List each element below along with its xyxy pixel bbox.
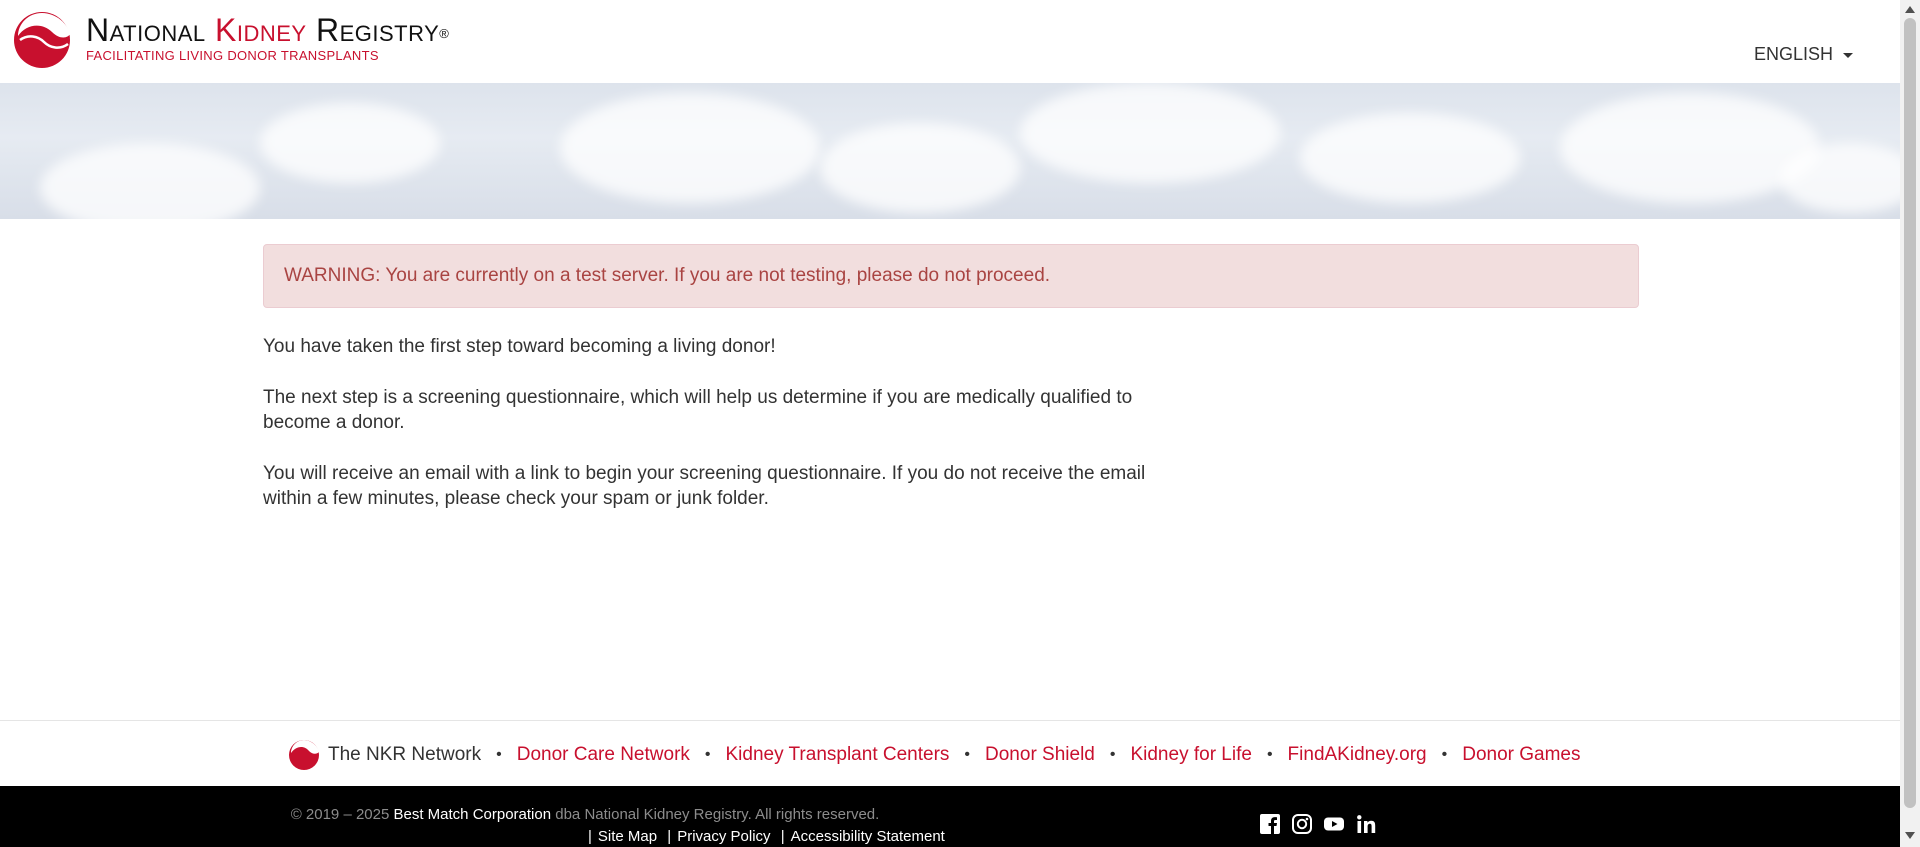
logo[interactable]: National Kidney Registry® FACILITATING L… (12, 10, 449, 70)
link-donor-games[interactable]: Donor Games (1462, 744, 1580, 766)
nkr-network-icon (289, 740, 319, 770)
confirmation-message: You have taken the first step toward bec… (263, 334, 1163, 511)
linkedin-icon[interactable] (1355, 813, 1377, 835)
language-label: ENGLISH (1754, 44, 1834, 64)
logo-title: National Kidney Registry® (86, 12, 449, 48)
language-dropdown[interactable]: ENGLISH (1754, 44, 1854, 65)
nkr-network-label: The NKR Network (328, 744, 482, 765)
instagram-icon[interactable] (1291, 813, 1313, 835)
facebook-icon[interactable] (1259, 813, 1281, 835)
site-header: National Kidney Registry® FACILITATING L… (0, 0, 1900, 83)
link-site-map[interactable]: Site Map (598, 828, 657, 845)
paragraph-next-step: The next step is a screening questionnai… (263, 387, 1133, 433)
separator-pipe: | (588, 828, 592, 845)
paragraph-first-step: You have taken the first step toward bec… (263, 336, 776, 357)
nkr-logo-icon (14, 12, 70, 68)
copyright-text: © 2019 – 2025 Best Match Corporation dba… (0, 806, 1170, 823)
logo-tagline: FACILITATING LIVING DONOR TRANSPLANTS (86, 48, 379, 63)
caret-down-icon (1843, 53, 1854, 58)
separator-dot: • (1109, 746, 1116, 763)
separator-dot: • (496, 746, 502, 763)
link-kidney-for-life[interactable]: Kidney for Life (1130, 744, 1251, 766)
separator-pipe: | (667, 828, 672, 845)
legal-links: | Site Map | Privacy Policy | Accessibility… (582, 828, 945, 845)
scroll-up-arrow-icon[interactable] (1905, 6, 1915, 13)
logo-title-registry: Registry (306, 12, 440, 48)
site-footer: © 2019 – 2025 Best Match Corporation dba… (0, 786, 1900, 847)
copyright-prefix: © 2019 – 2025 (290, 806, 394, 823)
copyright-suffix: dba National Kidney Registry. All rights… (551, 806, 880, 823)
hero-banner (0, 83, 1900, 219)
separator-dot: • (1441, 746, 1448, 763)
logo-title-kidney: Kidney (215, 12, 307, 48)
warning-text: WARNING: You are currently on a test ser… (284, 265, 1051, 286)
link-donor-care-network[interactable]: Donor Care Network (517, 744, 690, 766)
youtube-icon[interactable] (1323, 813, 1345, 835)
scrollbar-thumb[interactable] (1904, 18, 1916, 808)
paragraph-email-info: You will receive an email with a link to… (263, 463, 1146, 509)
logo-text: National Kidney Registry® FACILITATING L… (86, 12, 449, 63)
test-server-warning: WARNING: You are currently on a test ser… (263, 244, 1639, 308)
page: National Kidney Registry® FACILITATING L… (0, 0, 1900, 847)
link-donor-shield[interactable]: Donor Shield (985, 744, 1095, 766)
link-kidney-transplant-centers[interactable]: Kidney Transplant Centers (726, 744, 950, 766)
separator-pipe: | (780, 828, 785, 845)
scroll-down-arrow-icon[interactable] (1905, 832, 1915, 839)
separator-dot: • (1266, 746, 1273, 763)
link-accessibility-statement[interactable]: Accessibility Statement (791, 828, 945, 845)
separator-dot: • (964, 746, 971, 763)
nkr-network-bar: The NKR Network • Donor Care Network • K… (0, 720, 1900, 787)
registered-mark: ® (439, 26, 450, 41)
company-name: Best Match Corporation (393, 806, 552, 823)
logo-title-national: National (86, 12, 216, 48)
social-links (1259, 813, 1377, 835)
main-content: WARNING: You are currently on a test ser… (263, 244, 1639, 537)
link-privacy-policy[interactable]: Privacy Policy (677, 828, 770, 845)
vertical-scrollbar[interactable] (1900, 0, 1920, 847)
separator-dot: • (704, 746, 711, 763)
link-findakidney[interactable]: FindAKidney.org (1288, 744, 1427, 766)
